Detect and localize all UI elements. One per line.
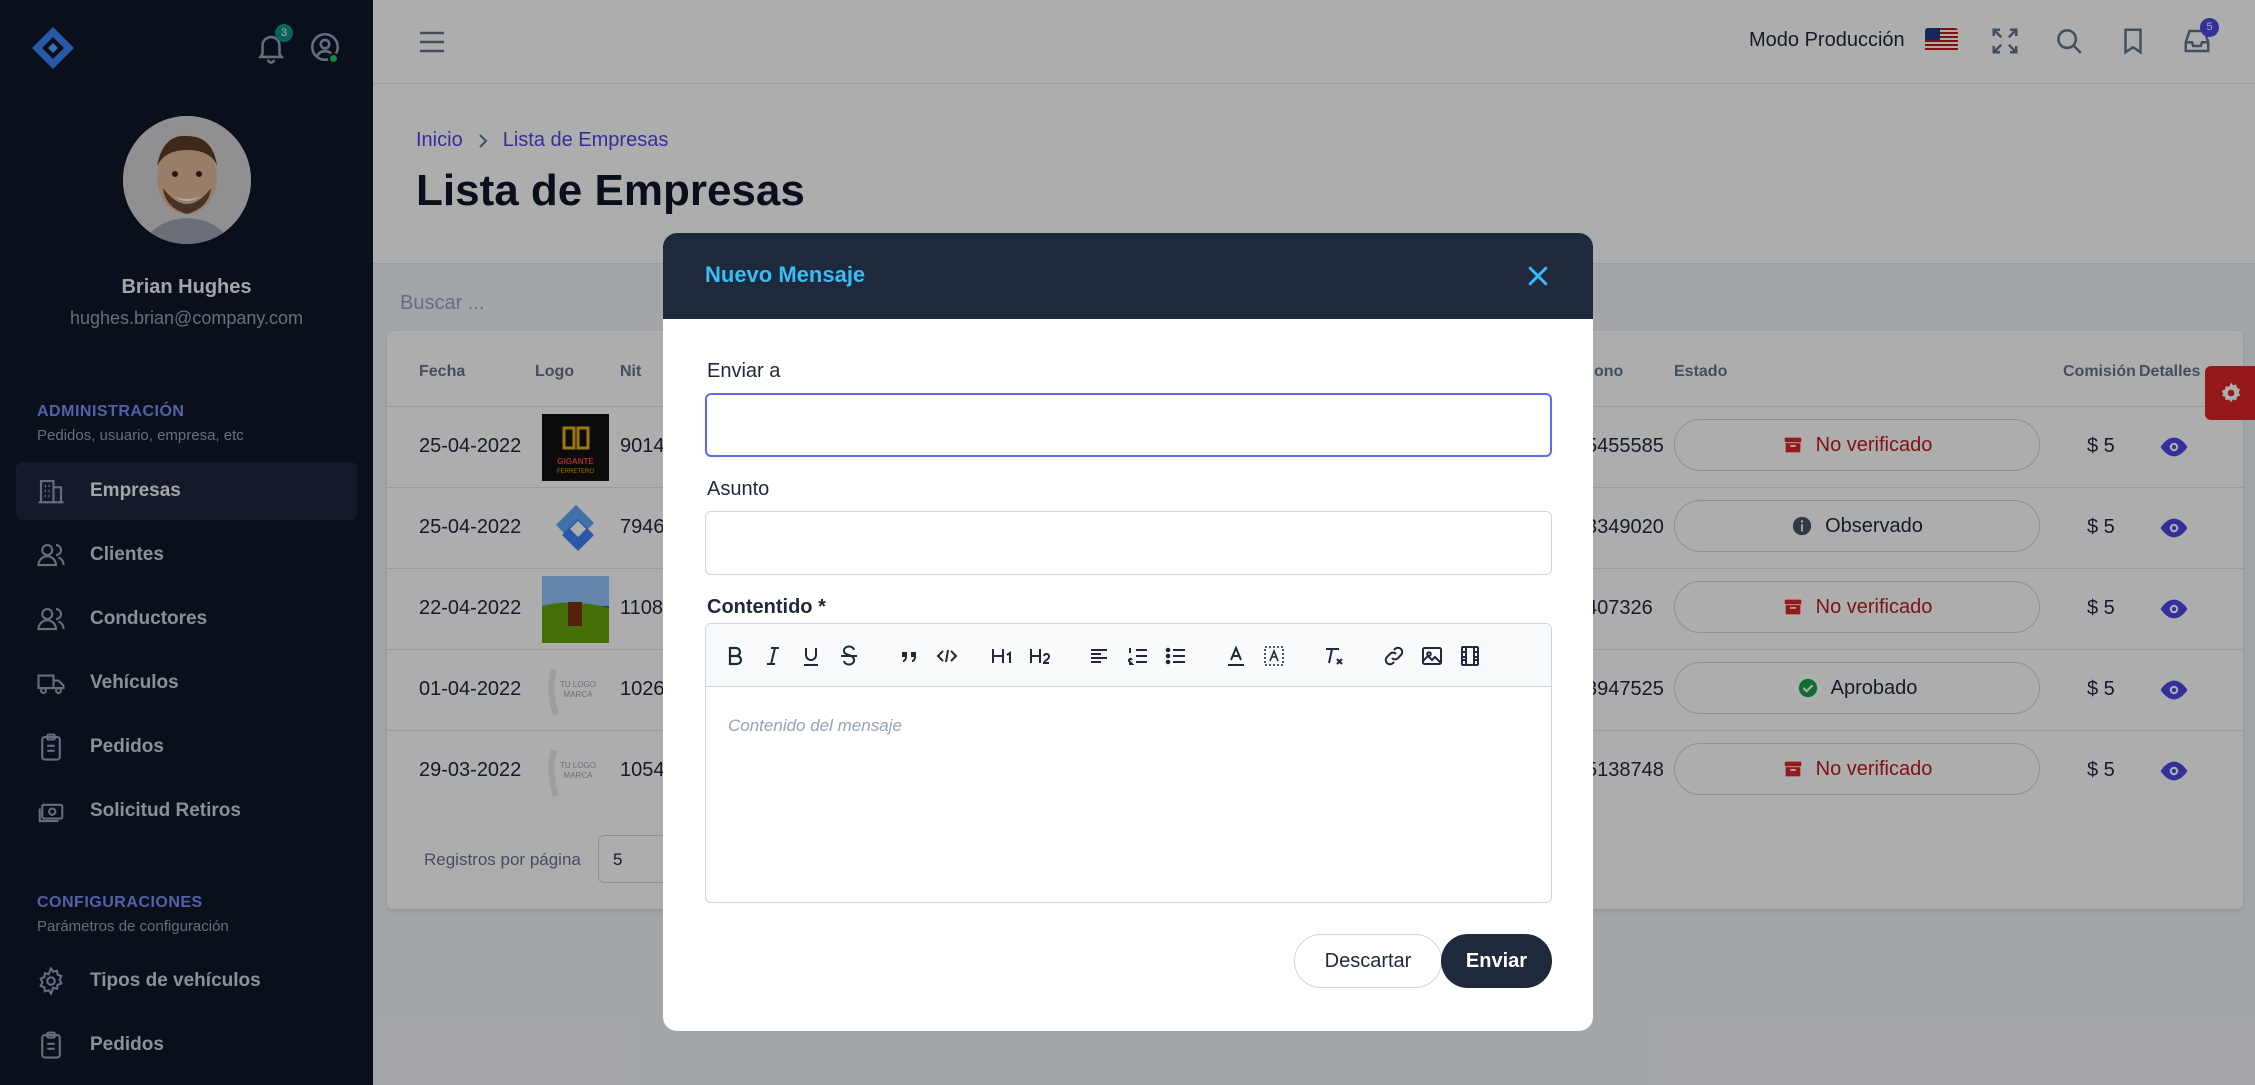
send-button[interactable]: Enviar (1441, 934, 1552, 988)
editor-toolbar (706, 624, 1551, 687)
subject-label: Asunto (707, 478, 770, 500)
clear-format-icon[interactable] (1322, 644, 1346, 668)
code-icon[interactable] (935, 644, 959, 668)
to-input[interactable] (705, 393, 1552, 457)
video-icon[interactable] (1458, 644, 1482, 668)
subject-input[interactable] (705, 511, 1552, 575)
new-message-modal: Nuevo Mensaje Enviar a Asunto Contentido… (663, 233, 1593, 1031)
heading-2-icon[interactable] (1028, 644, 1052, 668)
modal-title: Nuevo Mensaje (705, 262, 866, 287)
link-icon[interactable] (1382, 644, 1406, 668)
image-icon[interactable] (1420, 644, 1444, 668)
rich-text-editor[interactable]: Contenido del mensaje (705, 623, 1552, 903)
to-label: Enviar a (707, 360, 781, 382)
underline-icon[interactable] (799, 644, 823, 668)
ordered-list-icon[interactable] (1126, 644, 1150, 668)
strikethrough-icon[interactable] (837, 644, 861, 668)
bullet-list-icon[interactable] (1164, 644, 1188, 668)
bold-icon[interactable] (723, 644, 747, 668)
align-left-icon[interactable] (1088, 644, 1112, 668)
highlight-icon[interactable] (1262, 644, 1286, 668)
blockquote-icon[interactable] (897, 644, 921, 668)
modal-header: Nuevo Mensaje (663, 233, 1593, 319)
editor-placeholder: Contenido del mensaje (728, 716, 902, 735)
heading-1-icon[interactable] (990, 644, 1014, 668)
italic-icon[interactable] (761, 644, 785, 668)
discard-button[interactable]: Descartar (1294, 934, 1442, 988)
text-color-icon[interactable] (1224, 644, 1248, 668)
close-icon[interactable] (1523, 261, 1553, 291)
content-label: Contentido * (707, 596, 826, 618)
